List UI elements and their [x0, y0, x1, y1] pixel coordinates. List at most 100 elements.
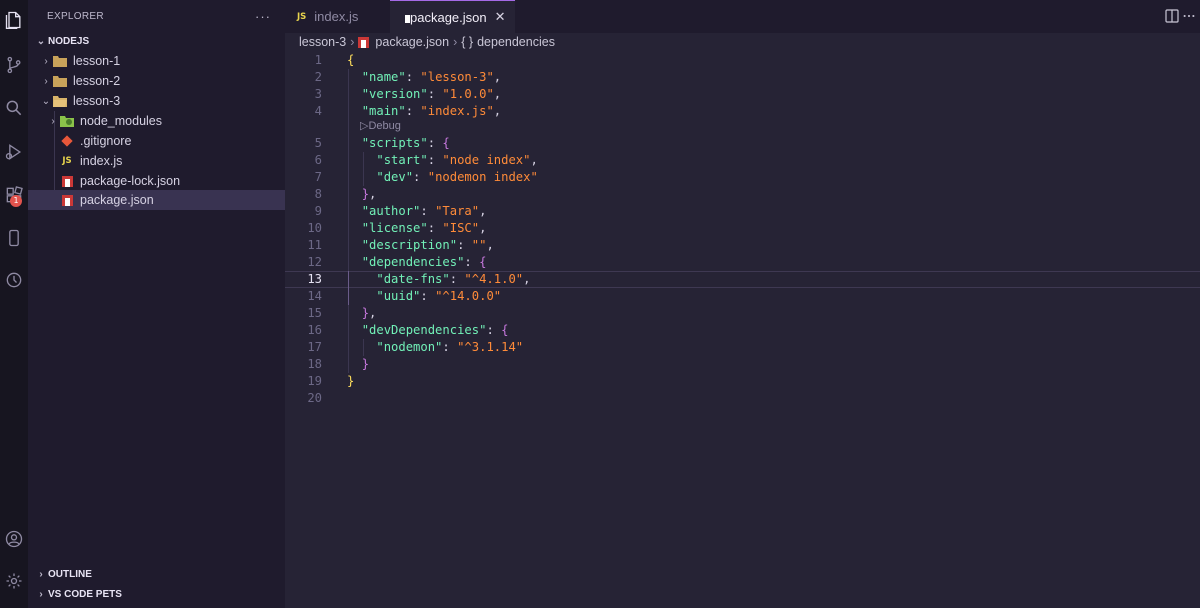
- indent-guide: [348, 271, 349, 305]
- tree-item-lesson-3[interactable]: ⌄ lesson-3: [28, 91, 285, 111]
- workspace-root[interactable]: ⌄ NODEJS: [28, 31, 285, 51]
- code-text: "devDependencies": {: [361, 323, 509, 337]
- code-line: 5 "scripts": {: [285, 135, 1200, 152]
- chevron-down-icon: ⌄: [36, 35, 46, 47]
- outline-panel-header[interactable]: › OUTLINE: [28, 564, 285, 584]
- tree-item-lesson-2[interactable]: › lesson-2: [28, 71, 285, 91]
- account-icon[interactable]: [0, 526, 28, 552]
- explorer-header: EXPLORER ···: [28, 0, 285, 32]
- git-icon: [60, 134, 74, 148]
- code-text: "dev": "nodemon index": [376, 170, 538, 184]
- tab-bar: JS index.js package.json ✕: [285, 0, 1200, 33]
- line-number: 3: [314, 87, 322, 101]
- code-text: "author": "Tara",: [361, 204, 487, 218]
- object-symbol-icon: { }: [461, 35, 474, 49]
- breadcrumb-separator-icon: ›: [350, 35, 355, 49]
- explorer-icon[interactable]: [0, 7, 28, 33]
- explorer-sidebar: EXPLORER ··· ⌄ NODEJS › lesson-1 › lesso…: [28, 0, 285, 608]
- npm-icon: [60, 193, 74, 207]
- tree-item-index-js[interactable]: JS index.js: [28, 151, 285, 171]
- close-icon[interactable]: ✕: [495, 9, 506, 25]
- code-line: 10 "license": "ISC",: [285, 220, 1200, 237]
- code-line: 20: [285, 390, 1200, 407]
- tree-item-lesson-1[interactable]: › lesson-1: [28, 51, 285, 71]
- tab-package-json[interactable]: package.json ✕: [390, 0, 515, 33]
- tree-item-label: index.js: [80, 154, 123, 168]
- code-line: 18 }: [285, 356, 1200, 373]
- line-number: 17: [307, 340, 322, 354]
- code-text: "dependencies": {: [361, 255, 487, 269]
- code-line: 8 },: [285, 186, 1200, 203]
- code-line: 2 "name": "lesson-3",: [285, 69, 1200, 86]
- timeline-history-icon[interactable]: [0, 267, 28, 293]
- tree-item-gitignore[interactable]: .gitignore: [28, 131, 285, 151]
- code-text: }: [347, 374, 355, 388]
- chevron-right-icon: ›: [44, 75, 48, 87]
- tree-item-node-modules[interactable]: › node_modules: [28, 111, 285, 131]
- more-actions-icon[interactable]: ···: [255, 9, 271, 24]
- code-line: 9 "author": "Tara",: [285, 203, 1200, 220]
- code-line: 6 "start": "node index",: [285, 152, 1200, 169]
- code-line: 3 "version": "1.0.0",: [285, 86, 1200, 103]
- extensions-badge: 1: [10, 195, 22, 207]
- code-text: "uuid": "^14.0.0": [376, 289, 502, 303]
- indent-guide: [363, 339, 364, 356]
- code-line: 14 "uuid": "^14.0.0": [285, 288, 1200, 305]
- line-number: 16: [307, 323, 322, 337]
- code-text: "date-fns": "^4.1.0",: [376, 272, 531, 286]
- tree-item-label: package-lock.json: [80, 174, 181, 188]
- chevron-right-icon: ›: [39, 568, 43, 580]
- debug-codelens-label[interactable]: ▷Debug: [360, 119, 401, 134]
- code-line: 11 "description": "",: [285, 237, 1200, 254]
- workspace-root-label: NODEJS: [48, 35, 90, 47]
- code-text: "description": "",: [361, 238, 494, 252]
- code-line: 7 "dev": "nodemon index": [285, 169, 1200, 186]
- js-icon: JS: [62, 156, 72, 166]
- line-number: 10: [307, 221, 322, 235]
- line-number: 9: [314, 204, 322, 218]
- source-control-icon[interactable]: [0, 52, 28, 78]
- code-text: "nodemon": "^3.1.14": [376, 340, 524, 354]
- line-number: 2: [314, 70, 322, 84]
- npm-icon: [358, 36, 370, 48]
- explorer-title: EXPLORER: [47, 10, 104, 22]
- tree-item-package-lock-json[interactable]: package-lock.json: [28, 171, 285, 191]
- tab-label: index.js: [314, 9, 359, 24]
- folder-icon: [53, 74, 67, 88]
- more-actions-icon[interactable]: [1182, 8, 1196, 24]
- chevron-right-icon: ›: [39, 588, 43, 600]
- line-number: 1: [314, 53, 322, 67]
- line-number: 5: [314, 136, 322, 150]
- debug-codelens[interactable]: ▷Debug: [285, 119, 1200, 134]
- mobile-device-icon[interactable]: [0, 225, 28, 251]
- split-editor-icon[interactable]: [1164, 8, 1180, 24]
- line-number: 6: [314, 153, 322, 167]
- line-number: 8: [314, 187, 322, 201]
- npm-icon: [60, 174, 74, 188]
- breadcrumb: lesson-3 › package.json › { } dependenci…: [299, 33, 555, 51]
- tab-index-js[interactable]: JS index.js: [285, 0, 390, 33]
- line-number: 7: [314, 170, 322, 184]
- code-line: 17 "nodemon": "^3.1.14": [285, 339, 1200, 356]
- tree-item-label: node_modules: [80, 114, 163, 128]
- tree-item-package-json[interactable]: package.json: [28, 190, 285, 210]
- code-line: 15 },: [285, 305, 1200, 322]
- settings-gear-icon[interactable]: [0, 568, 28, 594]
- search-icon[interactable]: [0, 95, 28, 121]
- breadcrumb-file[interactable]: package.json: [375, 35, 449, 49]
- breadcrumb-separator-icon: ›: [453, 35, 458, 49]
- chevron-right-icon: ›: [51, 115, 55, 127]
- folder-open-icon: [53, 94, 67, 108]
- vscode-pets-panel-header[interactable]: › VS CODE PETS: [28, 584, 285, 604]
- line-number: 20: [307, 391, 322, 405]
- line-number: 4: [314, 104, 322, 118]
- line-number: 18: [307, 357, 322, 371]
- editor-area: JS index.js package.json ✕ lesson-3 › pa…: [285, 0, 1200, 608]
- tree-item-label: .gitignore: [80, 134, 132, 148]
- node-modules-folder-icon: [60, 114, 74, 128]
- code-text: "license": "ISC",: [361, 221, 487, 235]
- code-text: }: [361, 357, 370, 371]
- breadcrumb-symbol[interactable]: dependencies: [477, 35, 555, 49]
- breadcrumb-folder[interactable]: lesson-3: [299, 35, 346, 49]
- run-debug-icon[interactable]: [0, 139, 28, 165]
